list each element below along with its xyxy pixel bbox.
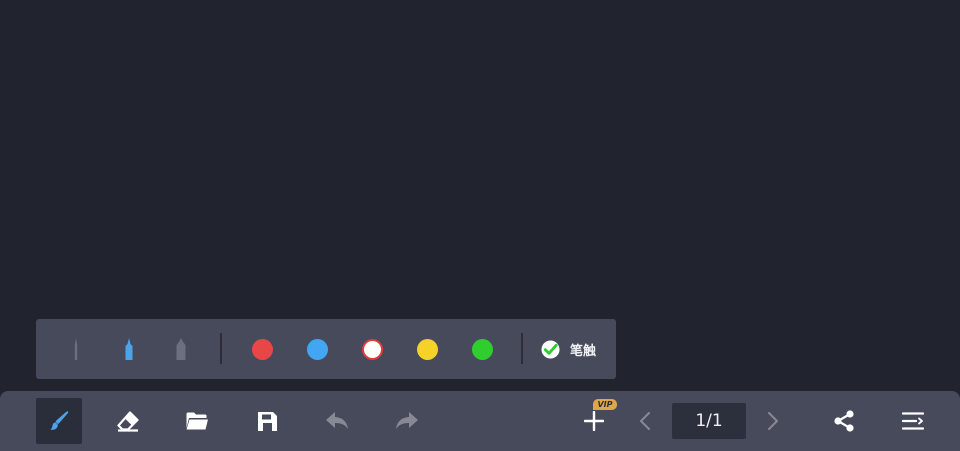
color-red[interactable] — [247, 319, 277, 379]
color-green[interactable] — [467, 319, 497, 379]
color-yellow[interactable] — [412, 319, 442, 379]
divider — [220, 333, 222, 364]
thin-pen-icon — [74, 338, 78, 360]
folder-icon — [186, 412, 208, 430]
menu-icon — [902, 412, 924, 430]
color-white[interactable] — [357, 319, 387, 379]
blue-swatch — [306, 338, 328, 360]
page-indicator[interactable]: 1/1 — [672, 403, 746, 439]
vip-badge: VIP — [593, 399, 617, 410]
brush-icon — [50, 411, 69, 430]
share-icon — [834, 410, 854, 432]
thick-pen-icon — [176, 338, 186, 360]
divider — [521, 333, 523, 364]
next-page-button[interactable] — [750, 398, 796, 444]
chevron-right-icon — [768, 412, 778, 430]
thin-pen-option[interactable] — [61, 319, 91, 379]
plus-icon — [584, 411, 604, 431]
thick-pen-option[interactable] — [166, 319, 196, 379]
share-button[interactable] — [821, 398, 867, 444]
white-swatch-selected — [361, 338, 383, 360]
menu-button[interactable] — [890, 398, 936, 444]
eraser-button[interactable] — [105, 398, 151, 444]
save-icon — [257, 411, 277, 431]
prev-page-button[interactable] — [622, 398, 668, 444]
redo-icon — [396, 412, 418, 429]
undo-button[interactable] — [314, 398, 360, 444]
texture-toggle[interactable]: 笔触 — [541, 319, 611, 379]
redo-button[interactable] — [384, 398, 430, 444]
undo-icon — [326, 412, 348, 429]
checkmark-icon — [541, 339, 560, 359]
brush-button[interactable] — [36, 398, 82, 444]
texture-label: 笔触 — [570, 343, 597, 359]
medium-pen-option[interactable] — [114, 319, 144, 379]
red-swatch — [251, 338, 273, 360]
chevron-left-icon — [640, 412, 650, 430]
medium-pen-icon — [125, 338, 133, 360]
eraser-icon — [117, 411, 139, 432]
green-swatch — [471, 338, 493, 360]
open-file-button[interactable] — [174, 398, 220, 444]
pen-settings-panel: 笔触 — [36, 319, 616, 379]
save-button[interactable] — [244, 398, 290, 444]
yellow-swatch — [416, 338, 438, 360]
color-blue[interactable] — [302, 319, 332, 379]
